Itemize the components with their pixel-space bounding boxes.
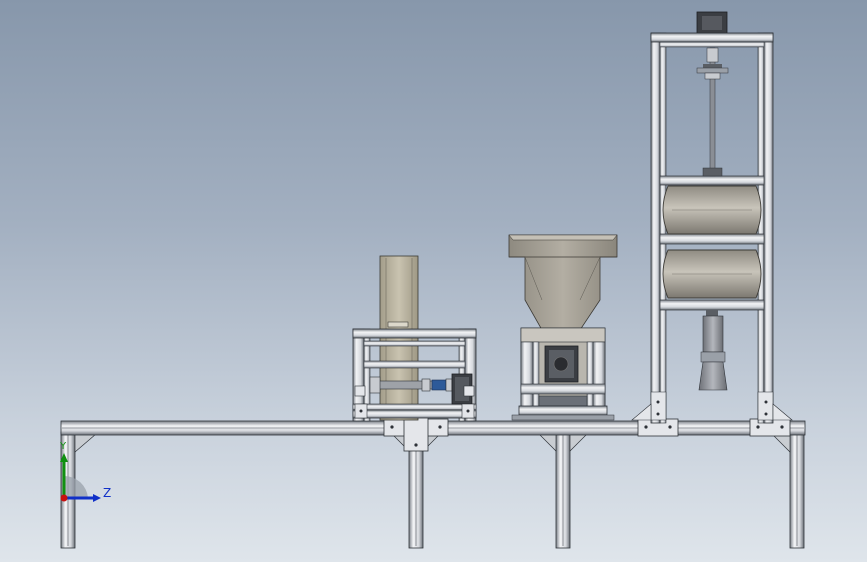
hopper-module[interactable] (508, 234, 618, 421)
triad-y-label: Y (60, 441, 67, 452)
left-feeder-module[interactable] (352, 255, 477, 422)
triad-shading (64, 475, 88, 498)
cad-model-view[interactable] (0, 0, 867, 562)
graphics-viewport[interactable]: Y Z (0, 0, 867, 562)
triad-x-axis (60, 494, 68, 502)
hopper-bin[interactable] (508, 234, 618, 331)
discharge-nozzle[interactable] (702, 315, 724, 353)
coordinate-triad (60, 453, 101, 502)
triad-z-label: Z (103, 486, 112, 500)
base-table[interactable] (60, 412, 806, 549)
mixer-tower-module[interactable] (631, 11, 793, 424)
